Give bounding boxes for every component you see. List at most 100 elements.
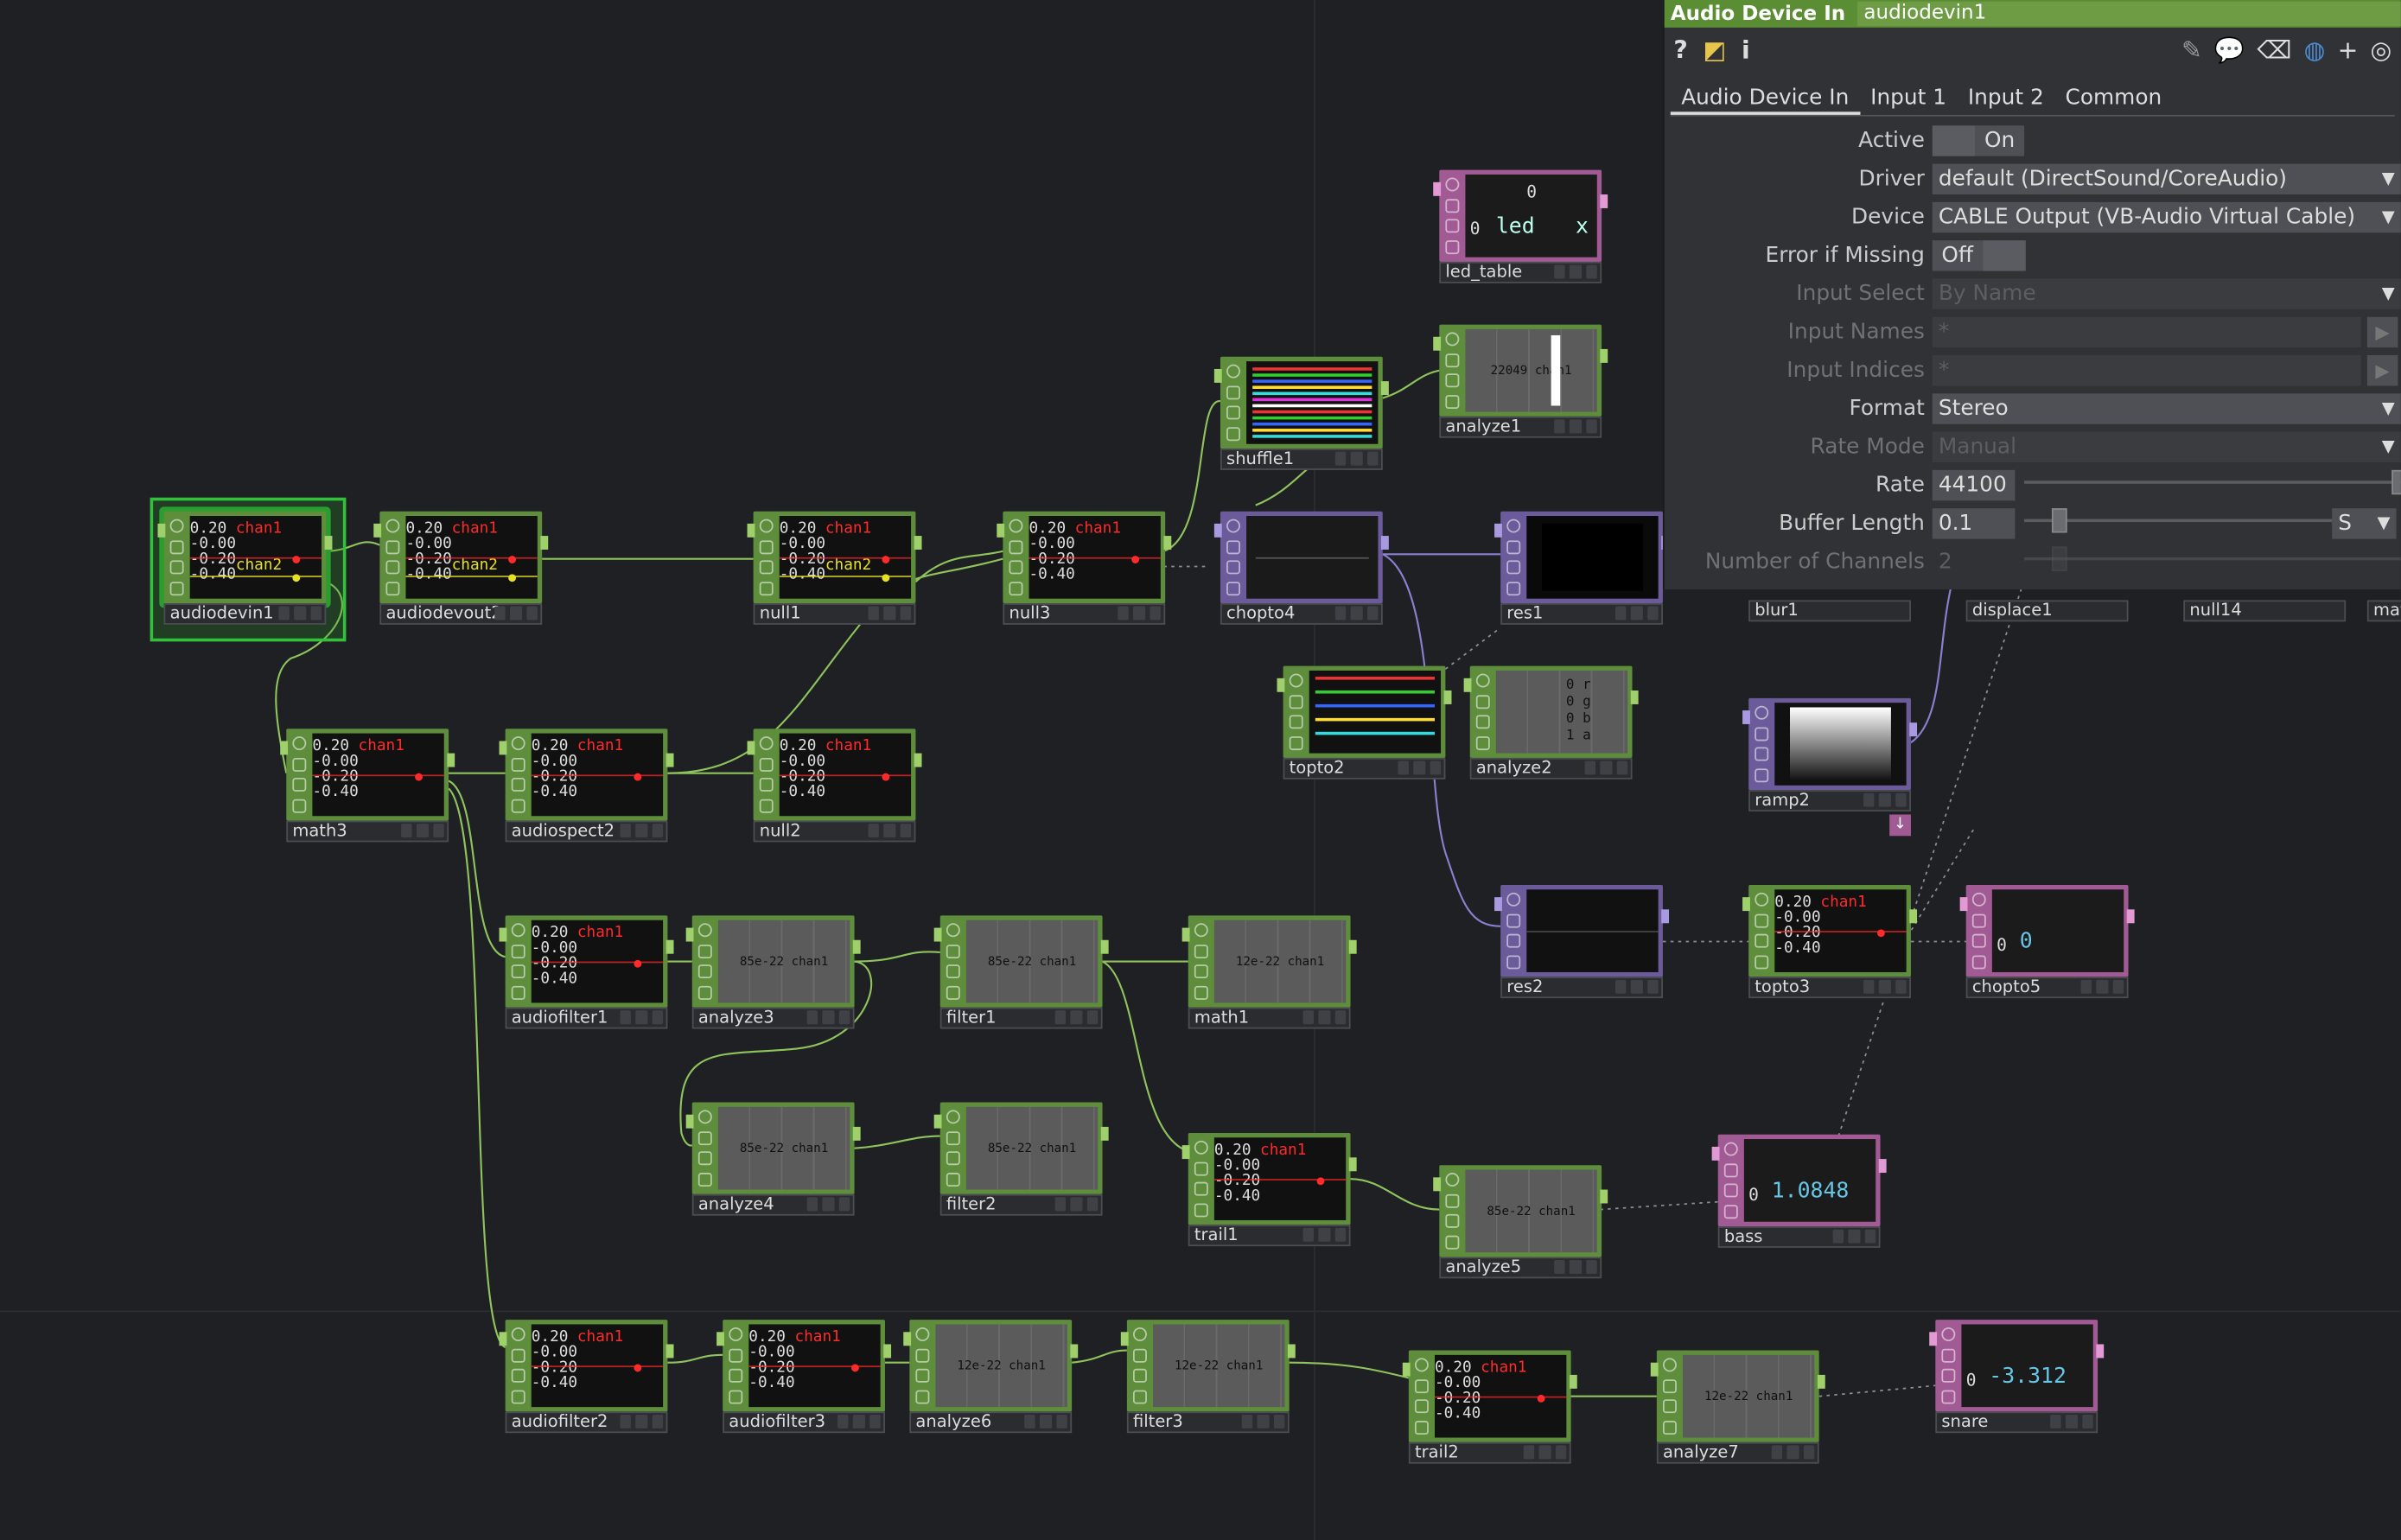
node-trail1[interactable]: 0.20 -0.00 -0.20 -0.40 chan1 trail1: [1181, 1132, 1357, 1247]
node-name[interactable]: audiofilter1: [505, 1007, 668, 1029]
param-slider[interactable]: [2024, 546, 2401, 571]
node-name[interactable]: audiodevin1: [163, 603, 327, 625]
input-connector[interactable]: [685, 927, 694, 996]
node-analyze4[interactable]: 85e-22 chan1 analyze4: [685, 1102, 861, 1216]
output-connector[interactable]: [1569, 1374, 1577, 1389]
output-connector[interactable]: [852, 939, 861, 954]
node-flags[interactable]: [943, 1107, 963, 1190]
node-flags[interactable]: [1191, 1137, 1211, 1220]
node-flags[interactable]: [1443, 175, 1462, 258]
node-name[interactable]: analyze2: [1469, 757, 1633, 780]
input-connector[interactable]: [373, 523, 382, 591]
node-flags[interactable]: [508, 734, 528, 817]
param-text-field[interactable]: *: [1932, 316, 2361, 348]
output-connector[interactable]: [666, 753, 674, 767]
node-name[interactable]: analyze1: [1439, 416, 1602, 438]
output-connector[interactable]: [1380, 536, 1389, 550]
input-connector[interactable]: [157, 523, 166, 591]
node-flags[interactable]: [1752, 703, 1772, 786]
input-connector[interactable]: [1711, 1146, 1720, 1214]
node-snare[interactable]: 0 -3.312 snare: [1929, 1320, 2105, 1434]
output-connector[interactable]: [2126, 909, 2135, 924]
param-menu[interactable]: By Name ▼: [1932, 278, 2401, 309]
node-flags[interactable]: [1504, 516, 1524, 599]
input-connector[interactable]: [1494, 523, 1502, 591]
node-audiospect2[interactable]: 0.20 -0.00 -0.20 -0.40 chan1 audiospect2: [499, 729, 674, 843]
node-filter3[interactable]: 12e-22 chan1 filter3: [1120, 1320, 1296, 1434]
node-name[interactable]: res2: [1500, 977, 1663, 999]
node-trail2[interactable]: 0.20 -0.00 -0.20 -0.40 chan1 trail2: [1402, 1350, 1577, 1464]
node-flags[interactable]: [167, 516, 187, 599]
input-connector[interactable]: [903, 1332, 912, 1399]
param-text-field[interactable]: *: [1932, 355, 2361, 386]
node-flags[interactable]: [1939, 1324, 1958, 1407]
node-flags[interactable]: [383, 516, 403, 599]
node-flags[interactable]: [1006, 516, 1026, 599]
node-analyze1[interactable]: 22049 chan1 analyze1: [1433, 324, 1608, 438]
help-icon[interactable]: ?: [1673, 35, 1687, 64]
node-topto3[interactable]: 0.20 -0.00 -0.20 -0.40 chan1 topto3: [1742, 884, 1918, 999]
node-name[interactable]: trail2: [1408, 1441, 1571, 1464]
input-connector[interactable]: [1494, 897, 1502, 964]
input-connector[interactable]: [1433, 181, 1442, 250]
input-connector[interactable]: [1181, 927, 1190, 996]
node-flags[interactable]: [943, 920, 963, 1003]
node-name[interactable]: filter2: [939, 1193, 1103, 1216]
node-filter2[interactable]: 85e-22 chan1 filter2: [933, 1102, 1109, 1216]
output-connector[interactable]: [2096, 1344, 2105, 1359]
node-res1[interactable]: res1: [1494, 511, 1670, 625]
node-topto2[interactable]: topto2: [1277, 665, 1452, 780]
node-shuffle1[interactable]: shuffle1: [1213, 356, 1389, 470]
input-connector[interactable]: [747, 741, 755, 808]
node-name[interactable]: audiofilter2: [505, 1411, 668, 1434]
output-connector[interactable]: [1070, 1344, 1079, 1359]
node-audiofilter2[interactable]: 0.20 -0.00 -0.20 -0.40 chan1 audiofilter2: [499, 1320, 674, 1434]
input-connector[interactable]: [1120, 1332, 1129, 1399]
node-name[interactable]: analyze5: [1439, 1257, 1602, 1279]
viewer-toggle-icon[interactable]: ↓: [1889, 814, 1911, 837]
node-audiodevout2[interactable]: 0.20 -0.00 -0.20 -0.40chan1chan2 audiodev…: [373, 511, 549, 625]
node-name[interactable]: ramp2: [1748, 790, 1911, 811]
input-connector[interactable]: [747, 523, 755, 591]
eraser-icon[interactable]: ⌫: [2257, 35, 2291, 64]
output-connector[interactable]: [1600, 348, 1608, 363]
node-name[interactable]: snare: [1935, 1411, 2098, 1434]
input-connector[interactable]: [1277, 678, 1285, 746]
output-connector[interactable]: [666, 1344, 674, 1359]
input-connector[interactable]: [716, 1332, 724, 1399]
input-connector[interactable]: [933, 927, 942, 996]
node-chopto5[interactable]: 0 0 chopto5: [1959, 884, 2135, 999]
param-menu[interactable]: Stereo ▼: [1932, 393, 2401, 424]
output-connector[interactable]: [1100, 1126, 1109, 1141]
param-menu[interactable]: Manual ▼: [1932, 431, 2401, 463]
output-connector[interactable]: [1630, 690, 1639, 704]
output-connector[interactable]: [666, 939, 674, 954]
node-null1[interactable]: 0.20 -0.00 -0.20 -0.40chan1chan2 null1: [747, 511, 922, 625]
comment-icon[interactable]: 💬: [2214, 35, 2245, 64]
node-flags[interactable]: [1721, 1139, 1741, 1222]
output-connector[interactable]: [1163, 536, 1172, 550]
node-null2[interactable]: 0.20 -0.00 -0.20 -0.40 chan1 null2: [747, 729, 922, 843]
node-flags[interactable]: [1504, 889, 1524, 972]
output-connector[interactable]: [883, 1344, 892, 1359]
node-name[interactable]: audiodevout2: [379, 603, 543, 625]
node-filter1[interactable]: 85e-22 chan1 filter1: [933, 915, 1109, 1029]
tab-input-1[interactable]: Input 1: [1860, 83, 1958, 115]
edit-icon[interactable]: ✎: [2181, 35, 2202, 64]
input-connector[interactable]: [1742, 897, 1750, 964]
input-connector[interactable]: [1959, 897, 1968, 964]
tab-common[interactable]: Common: [2054, 83, 2173, 115]
input-connector[interactable]: [1463, 678, 1472, 746]
node-name[interactable]: topto2: [1283, 757, 1446, 780]
node-ramp2[interactable]: ramp2: [1742, 697, 1918, 811]
network-editor[interactable]: 0.20 -0.00 -0.20 -0.40chan1chan2 audiodev…: [0, 0, 2401, 1540]
output-connector[interactable]: [1878, 1159, 1887, 1174]
slider-knob[interactable]: [2391, 469, 2401, 495]
input-connector[interactable]: [1213, 523, 1222, 591]
node-chopto4[interactable]: chopto4: [1213, 511, 1389, 625]
output-connector[interactable]: [1348, 1157, 1357, 1172]
output-connector[interactable]: [1100, 939, 1109, 954]
output-connector[interactable]: [1661, 909, 1670, 924]
target-icon[interactable]: ◎: [2370, 35, 2391, 64]
node-flags[interactable]: [1286, 671, 1306, 754]
